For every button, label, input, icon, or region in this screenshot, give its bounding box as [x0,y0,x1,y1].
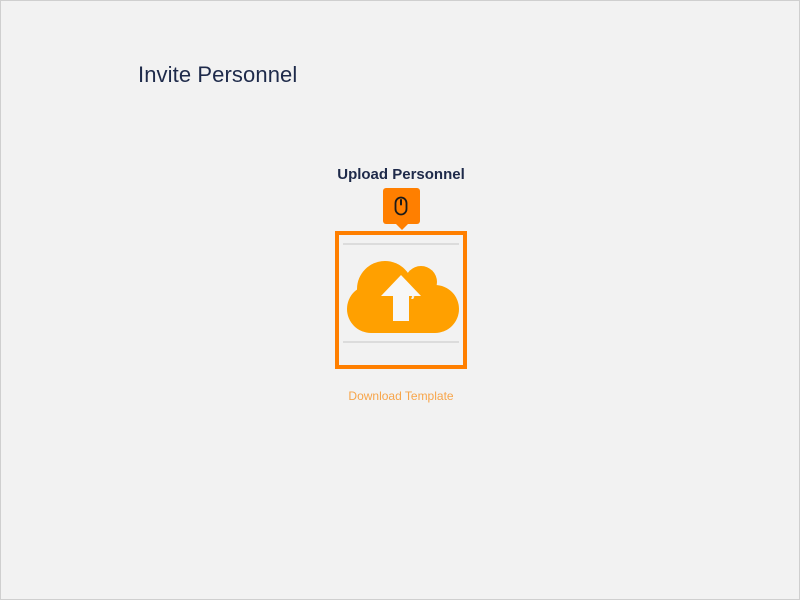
download-template-link[interactable]: Download Template [1,389,800,403]
page-title: Invite Personnel [138,62,298,87]
dropzone-divider-top [343,243,459,245]
dropzone-divider-bottom [343,341,459,343]
upload-heading: Upload Personnel [337,166,465,183]
cloud-upload-icon [347,261,459,333]
upload-dropzone[interactable] [335,231,467,369]
mouse-icon [394,196,408,216]
click-marker [383,188,420,230]
page-container: Invite Personnel Upload Personnel Downlo… [0,0,800,600]
